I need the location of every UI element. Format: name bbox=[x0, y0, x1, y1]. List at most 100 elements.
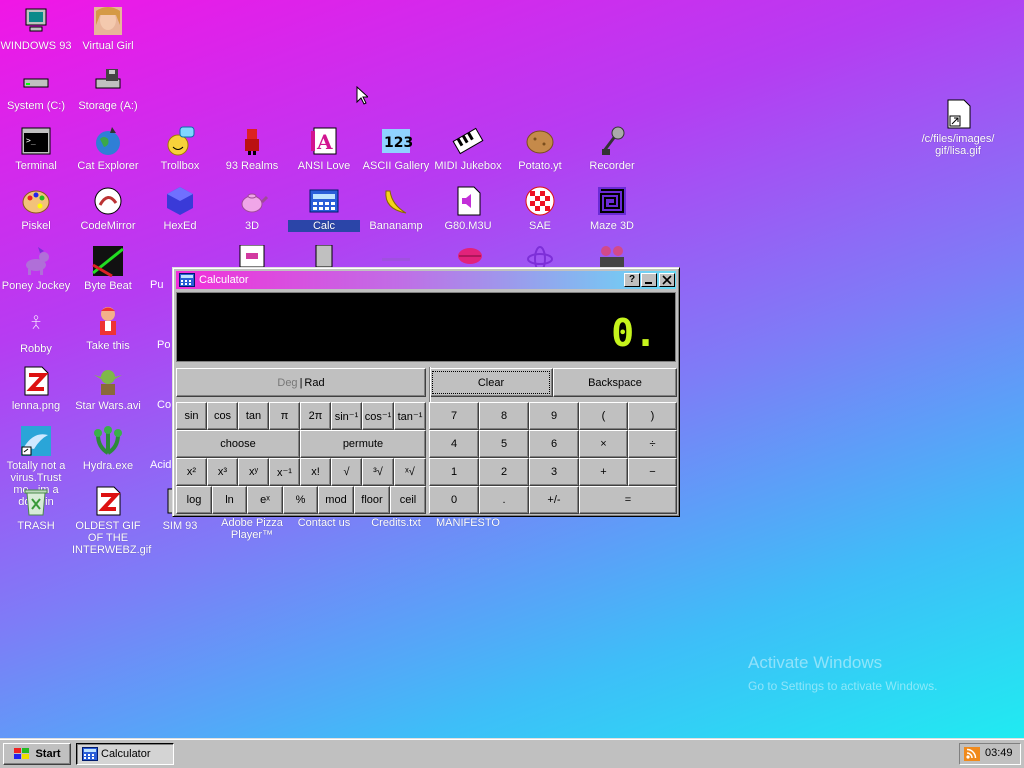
permute-button[interactable]: permute bbox=[300, 430, 426, 458]
acos-button[interactable]: cos⁻¹ bbox=[362, 402, 394, 430]
desktop-icon-trollbox[interactable]: Trollbox bbox=[144, 125, 216, 172]
speaker-file-icon bbox=[457, 186, 481, 216]
sin-button[interactable]: sin bbox=[176, 402, 207, 430]
desktop-icon-lenna[interactable]: lenna.png bbox=[0, 365, 72, 412]
desktop-icon-label: SAE bbox=[528, 220, 551, 232]
desktop-icon-oldest-gif[interactable]: OLDEST GIF OF THE INTERWEBZ.gif bbox=[72, 485, 151, 556]
nth-root-button[interactable]: ˣ√ bbox=[394, 458, 426, 486]
desktop-icon-bananamp[interactable]: Bananamp bbox=[360, 185, 432, 232]
equals-button[interactable]: = bbox=[579, 486, 677, 514]
desktop-icon-adobe-pizza-player[interactable]: Adobe Pizza Player™ bbox=[216, 517, 288, 541]
desktop-icon-ascii-gallery[interactable]: 123 ASCII Gallery bbox=[360, 125, 432, 172]
minimize-button[interactable] bbox=[641, 273, 657, 287]
desktop-icon-3d[interactable]: 3D bbox=[216, 185, 288, 232]
desktop-icon-maze-3d[interactable]: Maze 3D bbox=[576, 185, 648, 232]
desktop-icon-93-realms[interactable]: 93 Realms bbox=[216, 125, 288, 172]
desktop-icon-contact-us[interactable]: Contact us bbox=[288, 517, 360, 529]
choose-button[interactable]: choose bbox=[176, 430, 300, 458]
digit-5-button[interactable]: 5 bbox=[479, 430, 529, 458]
tan-button[interactable]: tan bbox=[238, 402, 269, 430]
reciprocal-button[interactable]: x⁻¹ bbox=[269, 458, 300, 486]
desktop-icon-system-c[interactable]: System (C:) bbox=[0, 65, 72, 112]
taskbar-item-calculator[interactable]: Calculator bbox=[76, 743, 174, 765]
square-button[interactable]: x² bbox=[176, 458, 207, 486]
sqrt-button[interactable]: √ bbox=[331, 458, 362, 486]
floor-button[interactable]: floor bbox=[354, 486, 390, 514]
digit-9-button[interactable]: 9 bbox=[529, 402, 579, 430]
desktop-icon-codemirror[interactable]: CodeMirror bbox=[72, 185, 144, 232]
cos-button[interactable]: cos bbox=[207, 402, 238, 430]
desktop-icon-credits[interactable]: Credits.txt bbox=[360, 517, 432, 529]
digit-0-button[interactable]: 0 bbox=[429, 486, 479, 514]
log-button[interactable]: log bbox=[176, 486, 212, 514]
digit-4-button[interactable]: 4 bbox=[429, 430, 479, 458]
percent-button[interactable]: % bbox=[283, 486, 318, 514]
desktop-icon-star-wars[interactable]: Star Wars.avi bbox=[72, 365, 144, 412]
desktop-icon-windows93[interactable]: WINDOWS 93 bbox=[0, 5, 72, 52]
digit-6-button[interactable]: 6 bbox=[529, 430, 579, 458]
svg-text:A: A bbox=[316, 130, 333, 154]
atan-button[interactable]: tan⁻¹ bbox=[394, 402, 426, 430]
close-button[interactable] bbox=[659, 273, 675, 287]
backspace-button[interactable]: Backspace bbox=[553, 368, 677, 397]
desktop-icon-virtual-girl[interactable]: Virtual Girl bbox=[72, 5, 144, 52]
desktop-icon-label: ASCII Gallery bbox=[362, 160, 430, 172]
help-button[interactable]: ? bbox=[624, 273, 640, 287]
desktop-icon-manifesto[interactable]: MANIFESTO bbox=[432, 517, 504, 529]
two-pi-button[interactable]: 2π bbox=[300, 402, 331, 430]
desktop-icon-hydra[interactable]: Hydra.exe bbox=[72, 425, 144, 472]
desktop-icon-poney-jockey[interactable]: Poney Jockey bbox=[0, 245, 72, 292]
cube-button[interactable]: x³ bbox=[207, 458, 238, 486]
clear-button[interactable]: Clear bbox=[429, 368, 553, 397]
ceil-button[interactable]: ceil bbox=[390, 486, 426, 514]
desktop-icon-label: Bananamp bbox=[369, 220, 423, 232]
cbrt-button[interactable]: ³√ bbox=[362, 458, 394, 486]
calculator-window[interactable]: Calculator ? 0. Deg | Rad Clear Backspac… bbox=[172, 267, 680, 517]
close-paren-button[interactable]: ) bbox=[628, 402, 677, 430]
manifesto-icon bbox=[458, 248, 482, 264]
open-paren-button[interactable]: ( bbox=[579, 402, 628, 430]
desktop-icon-take-this[interactable]: Take this bbox=[72, 305, 144, 352]
title-bar[interactable]: Calculator ? bbox=[176, 271, 676, 289]
exp-button[interactable]: eˣ bbox=[247, 486, 283, 514]
decimal-button[interactable]: . bbox=[479, 486, 529, 514]
desktop-icon-storage-a[interactable]: Storage (A:) bbox=[72, 65, 144, 112]
image-file-icon bbox=[96, 486, 121, 516]
start-button[interactable]: Start bbox=[3, 743, 71, 765]
desktop-icon-sae[interactable]: SAE bbox=[504, 185, 576, 232]
desktop-icon-trash[interactable]: TRASH bbox=[0, 485, 72, 532]
desktop-icon-g80-m3u[interactable]: G80.M3U bbox=[432, 185, 504, 232]
digit-1-button[interactable]: 1 bbox=[429, 458, 479, 486]
pi-button[interactable]: π bbox=[269, 402, 300, 430]
desktop-icon-calc[interactable]: Calc bbox=[288, 185, 360, 232]
digit-3-button[interactable]: 3 bbox=[529, 458, 579, 486]
desktop-icon-byte-beat[interactable]: Byte Beat bbox=[72, 245, 144, 292]
calculator-icon bbox=[82, 747, 98, 761]
mod-button[interactable]: mod bbox=[318, 486, 354, 514]
add-button[interactable]: + bbox=[579, 458, 628, 486]
divide-button[interactable]: ÷ bbox=[628, 430, 677, 458]
desktop-icon-ansi-love[interactable]: A ANSI Love bbox=[288, 125, 360, 172]
desktop-icon-robby[interactable]: Robby bbox=[0, 315, 72, 355]
digit-7-button[interactable]: 7 bbox=[429, 402, 479, 430]
factorial-button[interactable]: x! bbox=[300, 458, 331, 486]
asin-button[interactable]: sin⁻¹ bbox=[331, 402, 362, 430]
desktop-icon-lisa-gif[interactable]: /c/files/images/gif/lisa.gif bbox=[920, 98, 996, 157]
desktop-icon-potato[interactable]: Potato.yt bbox=[504, 125, 576, 172]
ln-button[interactable]: ln bbox=[212, 486, 247, 514]
desktop-icon-piskel[interactable]: Piskel bbox=[0, 185, 72, 232]
power-button[interactable]: xʸ bbox=[238, 458, 269, 486]
desktop-icon-hexed[interactable]: HexEd bbox=[144, 185, 216, 232]
multiply-button[interactable]: × bbox=[579, 430, 628, 458]
negate-button[interactable]: +/- bbox=[529, 486, 579, 514]
digit-8-button[interactable]: 8 bbox=[479, 402, 529, 430]
subtract-button[interactable]: − bbox=[628, 458, 677, 486]
desktop-icon-midi-jukebox[interactable]: MIDI Jukebox bbox=[432, 125, 504, 172]
desktop-icon-cat-explorer[interactable]: Cat Explorer bbox=[72, 125, 144, 172]
angle-mode-toggle[interactable]: Deg | Rad bbox=[176, 368, 426, 397]
digit-2-button[interactable]: 2 bbox=[479, 458, 529, 486]
desktop-icon-recorder[interactable]: Recorder bbox=[576, 125, 648, 172]
desktop-icon-terminal[interactable]: >_ Terminal bbox=[0, 125, 72, 172]
rss-icon[interactable] bbox=[964, 747, 980, 761]
maze-icon bbox=[598, 187, 626, 215]
